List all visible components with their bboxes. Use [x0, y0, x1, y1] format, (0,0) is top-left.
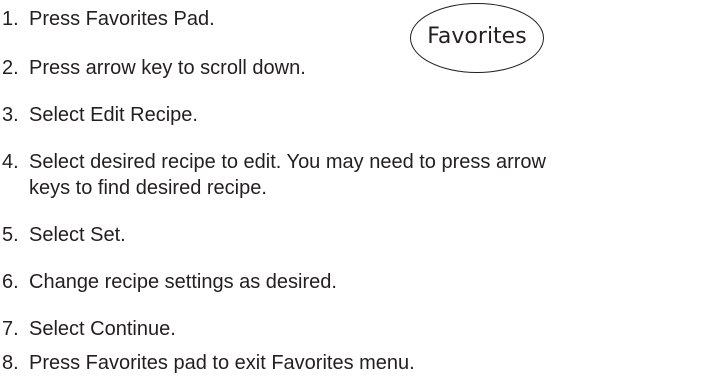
step-text-line: Select Edit Recipe. — [29, 104, 198, 126]
step-text: Press Favorites Pad. — [29, 6, 215, 32]
step-text-line: Select Set. — [29, 224, 126, 246]
favorites-pad-illustration: Favorites — [410, 3, 544, 73]
step-number: 7. — [2, 318, 19, 340]
favorites-pad-label: Favorites — [427, 24, 527, 49]
step-text: Select Set. — [29, 222, 126, 248]
step-text-line: keys to find desired recipe. — [29, 177, 267, 199]
step-text-line: Change recipe settings as desired. — [29, 271, 337, 293]
step-text: Press Favorites pad to exit Favorites me… — [29, 350, 415, 376]
step-text-line: Press Favorites pad to exit Favorites me… — [29, 352, 415, 374]
step-text: Press arrow key to scroll down. — [29, 55, 306, 81]
step-text-line: Select Continue. — [29, 318, 176, 340]
step-text: Change recipe settings as desired. — [29, 269, 337, 295]
step-number: 3. — [2, 104, 19, 126]
step-text-line: Press arrow key to scroll down. — [29, 57, 306, 79]
step-text: Select Continue. — [29, 316, 176, 342]
step-number: 5. — [2, 224, 19, 246]
step-number: 8. — [2, 352, 19, 374]
step-number: 1. — [2, 8, 19, 30]
step-number: 6. — [2, 271, 19, 293]
step-text: Select desired recipe to edit. You may n… — [29, 149, 546, 201]
step-text-line: Press Favorites Pad. — [29, 8, 215, 30]
step-number: 2. — [2, 57, 19, 79]
step-number: 4. — [2, 151, 19, 173]
step-text-line: Select desired recipe to edit. You may n… — [29, 151, 546, 173]
step-text: Select Edit Recipe. — [29, 102, 198, 128]
